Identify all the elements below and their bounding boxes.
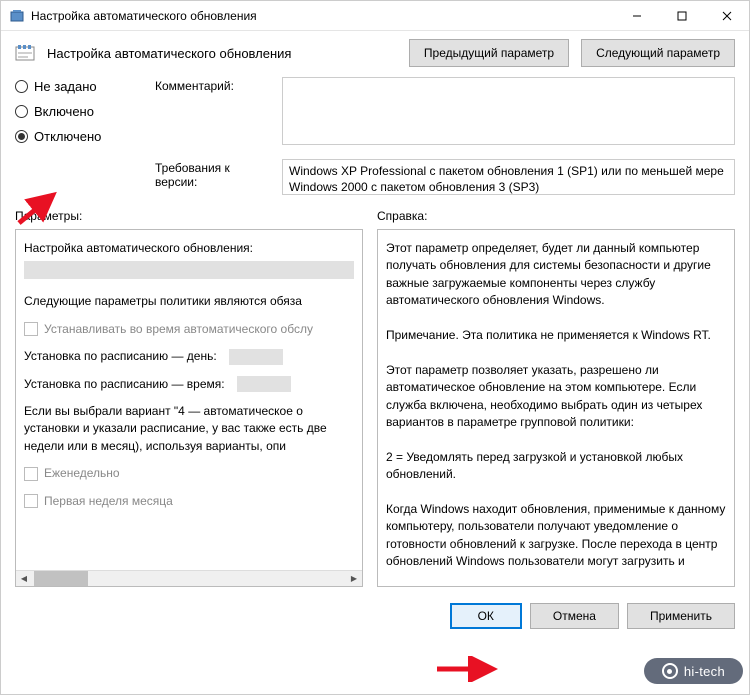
next-param-button[interactable]: Следующий параметр (581, 39, 735, 67)
params-pane: Настройка автоматического обновления: Сл… (15, 229, 363, 587)
policy-text: Следующие параметры политики являются об… (24, 293, 354, 310)
help-paragraph: Этот параметр определяет, будет ли данны… (386, 240, 726, 310)
comment-row: Комментарий: (155, 77, 735, 145)
dropdown-placeholder[interactable] (229, 349, 283, 365)
variant4-text: Если вы выбрали вариант "4 — автоматичес… (24, 403, 354, 455)
fields-col: Комментарий: Требования к версии: Window… (155, 77, 735, 195)
param-title: Настройка автоматического обновления: (24, 240, 354, 257)
sched-time-row: Установка по расписанию — время: (24, 376, 354, 393)
requirements-textbox[interactable]: Windows XP Professional с пакетом обновл… (282, 159, 735, 195)
close-button[interactable] (704, 1, 749, 30)
radio-icon (15, 130, 28, 143)
comment-textbox[interactable] (282, 77, 735, 145)
scroll-right-icon[interactable]: ▶ (346, 571, 362, 586)
scroll-thumb[interactable] (34, 571, 88, 586)
arrow-annotation-icon (15, 187, 65, 227)
arrow-annotation-icon (433, 656, 503, 682)
params-label: Параметры: (15, 209, 363, 223)
watermark-text: hi-tech (684, 664, 725, 679)
requirements-row: Требования к версии: Windows XP Professi… (155, 159, 735, 195)
radio-disabled[interactable]: Отключено (15, 129, 125, 144)
help-paragraph: Этот параметр позволяет указать, разреше… (386, 362, 726, 432)
radio-icon (15, 80, 28, 93)
scroll-left-icon[interactable]: ◀ (16, 571, 32, 586)
dropdown-placeholder[interactable] (24, 261, 354, 279)
watermark-icon (662, 663, 678, 679)
titlebar: Настройка автоматического обновления (1, 1, 749, 31)
weekly-row[interactable]: Еженедельно (24, 465, 354, 482)
dropdown-placeholder[interactable] (237, 376, 291, 392)
window-controls (614, 1, 749, 30)
checkbox-label: Первая неделя месяца (44, 493, 173, 510)
prev-param-button[interactable]: Предыдущий параметр (409, 39, 569, 67)
radio-enabled[interactable]: Включено (15, 104, 125, 119)
panes-header: Параметры: Справка: (1, 205, 749, 229)
sched-day-row: Установка по расписанию — день: (24, 348, 354, 365)
sched-time-label: Установка по расписанию — время: (24, 376, 225, 393)
dialog-buttons: ОК Отмена Применить (1, 593, 749, 639)
horizontal-scrollbar[interactable]: ◀ ▶ (16, 570, 362, 586)
config-section: Не задано Включено Отключено Комментарий… (1, 77, 749, 205)
help-paragraph: Когда Windows находит обновления, примен… (386, 501, 726, 571)
install-maint-row[interactable]: Устанавливать во время автоматического о… (24, 321, 354, 338)
minimize-button[interactable] (614, 1, 659, 30)
header: Настройка автоматического обновления Пре… (1, 31, 749, 77)
help-pane[interactable]: Этот параметр определяет, будет ли данны… (377, 229, 735, 587)
checkbox-icon (24, 467, 38, 481)
help-paragraph: Примечание. Эта политика не применяется … (386, 327, 726, 344)
page-title: Настройка автоматического обновления (47, 46, 397, 61)
radio-label: Включено (34, 104, 94, 119)
radio-not-configured[interactable]: Не задано (15, 79, 125, 94)
help-paragraph: 2 = Уведомлять перед загрузкой и установ… (386, 449, 726, 484)
comment-label: Комментарий: (155, 77, 270, 93)
window-title: Настройка автоматического обновления (31, 9, 614, 23)
panes: Настройка автоматического обновления: Сл… (1, 229, 749, 593)
settings-app-icon (9, 8, 25, 24)
ok-button[interactable]: ОК (450, 603, 522, 629)
radio-group: Не задано Включено Отключено (15, 77, 125, 195)
help-label: Справка: (377, 209, 735, 223)
cancel-button[interactable]: Отмена (530, 603, 619, 629)
radio-label: Отключено (34, 129, 101, 144)
checkbox-label: Еженедельно (44, 465, 120, 482)
checkbox-icon (24, 494, 38, 508)
maximize-button[interactable] (659, 1, 704, 30)
watermark-badge: hi-tech (644, 658, 743, 684)
radio-icon (15, 105, 28, 118)
checkbox-label: Устанавливать во время автоматического о… (44, 321, 313, 338)
apply-button[interactable]: Применить (627, 603, 735, 629)
radio-label: Не задано (34, 79, 97, 94)
checkbox-icon (24, 322, 38, 336)
sched-day-label: Установка по расписанию — день: (24, 348, 217, 365)
first-week-row[interactable]: Первая неделя месяца (24, 493, 354, 510)
requirements-label: Требования к версии: (155, 159, 270, 189)
policy-icon (15, 44, 35, 62)
